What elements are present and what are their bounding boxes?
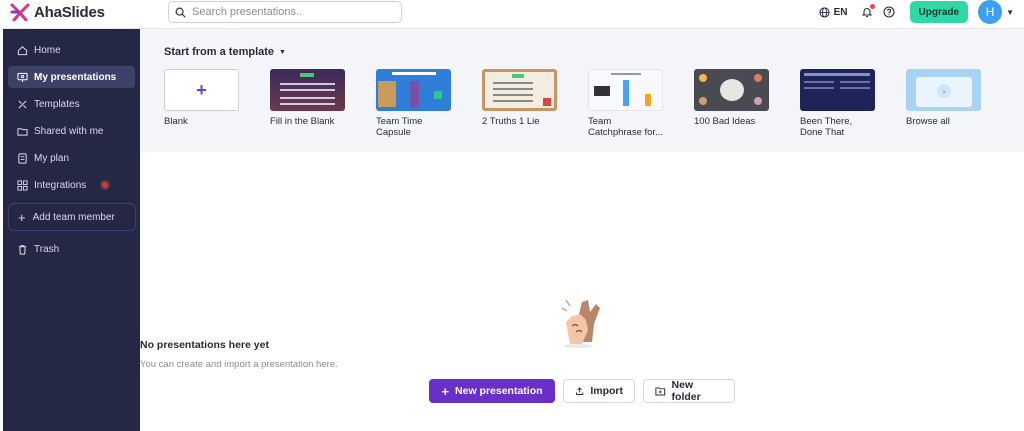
main-content: Start from a template ▼ + Blank Fill in … — [140, 29, 1024, 431]
ahaslides-logo-icon — [10, 3, 30, 21]
add-team-member-button[interactable]: + Add team member — [8, 203, 136, 231]
template-thumbnail — [800, 69, 875, 111]
empty-state-title: No presentations here yet — [140, 339, 269, 351]
presentation-icon — [16, 71, 28, 83]
sidebar-item-shared-with-me[interactable]: Shared with me — [8, 120, 135, 142]
sidebar-item-label: Home — [34, 44, 61, 56]
template-thumbnail — [482, 69, 557, 111]
empty-state-subtitle: You can create and import a presentation… — [140, 359, 338, 370]
template-thumbnail: › — [906, 69, 981, 111]
chevron-down-icon[interactable]: ▼ — [1006, 8, 1014, 17]
new-folder-button[interactable]: New folder — [643, 379, 735, 403]
sidebar-item-my-plan[interactable]: My plan — [8, 147, 135, 169]
template-thumbnail — [270, 69, 345, 111]
chevron-right-icon: › — [937, 84, 951, 98]
home-icon — [16, 44, 28, 56]
template-section-label: Start from a template — [164, 46, 275, 58]
help-button[interactable] — [882, 5, 896, 19]
template-label: 100 Bad Ideas — [694, 116, 756, 127]
template-thumbnail — [376, 69, 451, 111]
integrations-icon — [16, 179, 28, 191]
sidebar-item-label: My plan — [34, 152, 70, 164]
plan-icon — [16, 152, 28, 164]
sidebar-item-label: Shared with me — [34, 125, 104, 137]
template-label: Blank — [164, 116, 188, 127]
template-section-title[interactable]: Start from a template ▼ — [164, 46, 286, 58]
language-label: EN — [833, 6, 848, 18]
new-presentation-label: New presentation — [455, 385, 543, 397]
top-bar: AhaSlides EN — [0, 0, 1024, 29]
sidebar: Home My presentations Templates Shared w… — [3, 29, 140, 431]
import-button[interactable]: Import — [563, 379, 635, 403]
template-label: Been There, Done That — [800, 116, 853, 138]
plus-icon: + — [164, 69, 239, 111]
upload-icon — [576, 387, 584, 395]
help-icon — [882, 6, 895, 18]
template-label: Team Time Capsule — [376, 116, 423, 138]
plus-icon: + — [441, 383, 450, 399]
sidebar-item-label: Trash — [34, 243, 60, 255]
search-icon — [175, 7, 186, 18]
template-100-bad-ideas[interactable]: 100 Bad Ideas — [694, 69, 770, 127]
empty-state-actions: + New presentation Import New folder — [429, 379, 735, 403]
templates-icon — [16, 98, 28, 110]
sidebar-item-my-presentations[interactable]: My presentations — [8, 66, 135, 88]
template-thumbnail — [694, 69, 769, 111]
shared-folder-icon — [16, 125, 28, 137]
notification-dot — [869, 4, 875, 9]
template-label: Fill in the Blank — [270, 116, 335, 127]
app-name: AhaSlides — [34, 3, 105, 21]
user-avatar[interactable]: H — [978, 0, 1003, 24]
template-been-there-done-that[interactable]: Been There, Done That — [800, 69, 876, 138]
import-label: Import — [590, 385, 623, 397]
notifications-button[interactable] — [860, 4, 875, 19]
template-section: Start from a template ▼ + Blank Fill in … — [140, 29, 1024, 152]
plus-icon: + — [18, 209, 26, 225]
add-team-member-label: Add team member — [32, 211, 115, 223]
template-blank[interactable]: + Blank — [164, 69, 240, 127]
trash-icon — [16, 243, 28, 255]
upgrade-button[interactable]: Upgrade — [909, 1, 969, 23]
sidebar-item-trash[interactable]: Trash — [8, 238, 135, 260]
template-team-catchphrase[interactable]: Team Catchphrase for... — [588, 69, 664, 138]
template-fill-in-the-blank[interactable]: Fill in the Blank — [270, 69, 346, 127]
sidebar-item-label: My presentations — [34, 71, 117, 83]
sidebar-item-templates[interactable]: Templates — [8, 93, 135, 115]
integration-badge-icon — [100, 180, 111, 190]
template-thumbnail — [588, 69, 663, 111]
sidebar-item-integrations[interactable]: Integrations — [8, 174, 135, 196]
template-browse-all[interactable]: › Browse all — [906, 69, 982, 127]
search-input[interactable] — [192, 6, 392, 18]
template-team-time-capsule[interactable]: Team Time Capsule — [376, 69, 452, 138]
new-folder-label: New folder — [671, 379, 701, 403]
sidebar-item-home[interactable]: Home — [8, 39, 135, 61]
globe-icon — [819, 6, 830, 18]
folder-plus-icon — [655, 387, 666, 396]
template-label: Team Catchphrase for... — [588, 116, 663, 138]
template-label: 2 Truths 1 Lie — [482, 116, 540, 127]
language-selector[interactable]: EN — [819, 7, 848, 18]
template-2-truths-1-lie[interactable]: 2 Truths 1 Lie — [482, 69, 558, 127]
sidebar-item-label: Templates — [34, 98, 80, 110]
caret-down-icon: ▼ — [279, 48, 286, 56]
new-presentation-button[interactable]: + New presentation — [429, 379, 555, 403]
template-label: Browse all — [906, 116, 950, 127]
app-logo[interactable]: AhaSlides — [10, 3, 105, 21]
sidebar-item-label: Integrations — [34, 179, 87, 191]
search-box[interactable] — [168, 1, 402, 23]
